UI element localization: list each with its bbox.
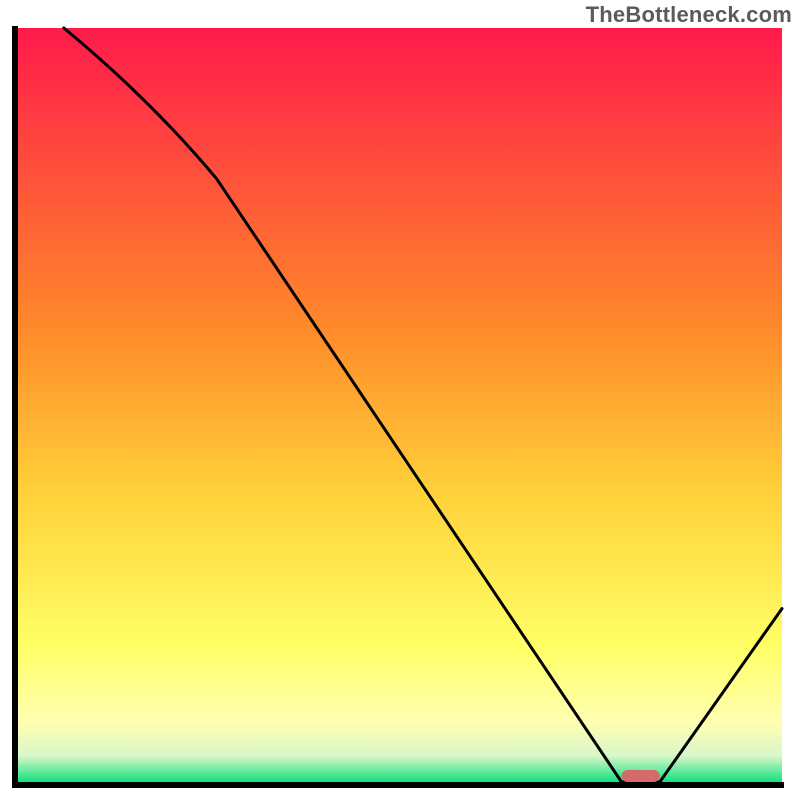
axis-left <box>12 26 18 788</box>
attribution-label: TheBottleneck.com <box>586 2 792 28</box>
chart-svg <box>0 0 800 800</box>
chart-container: TheBottleneck.com <box>0 0 800 800</box>
marker-bar <box>622 770 660 782</box>
plot-background <box>18 28 782 782</box>
axis-bottom <box>12 782 784 788</box>
